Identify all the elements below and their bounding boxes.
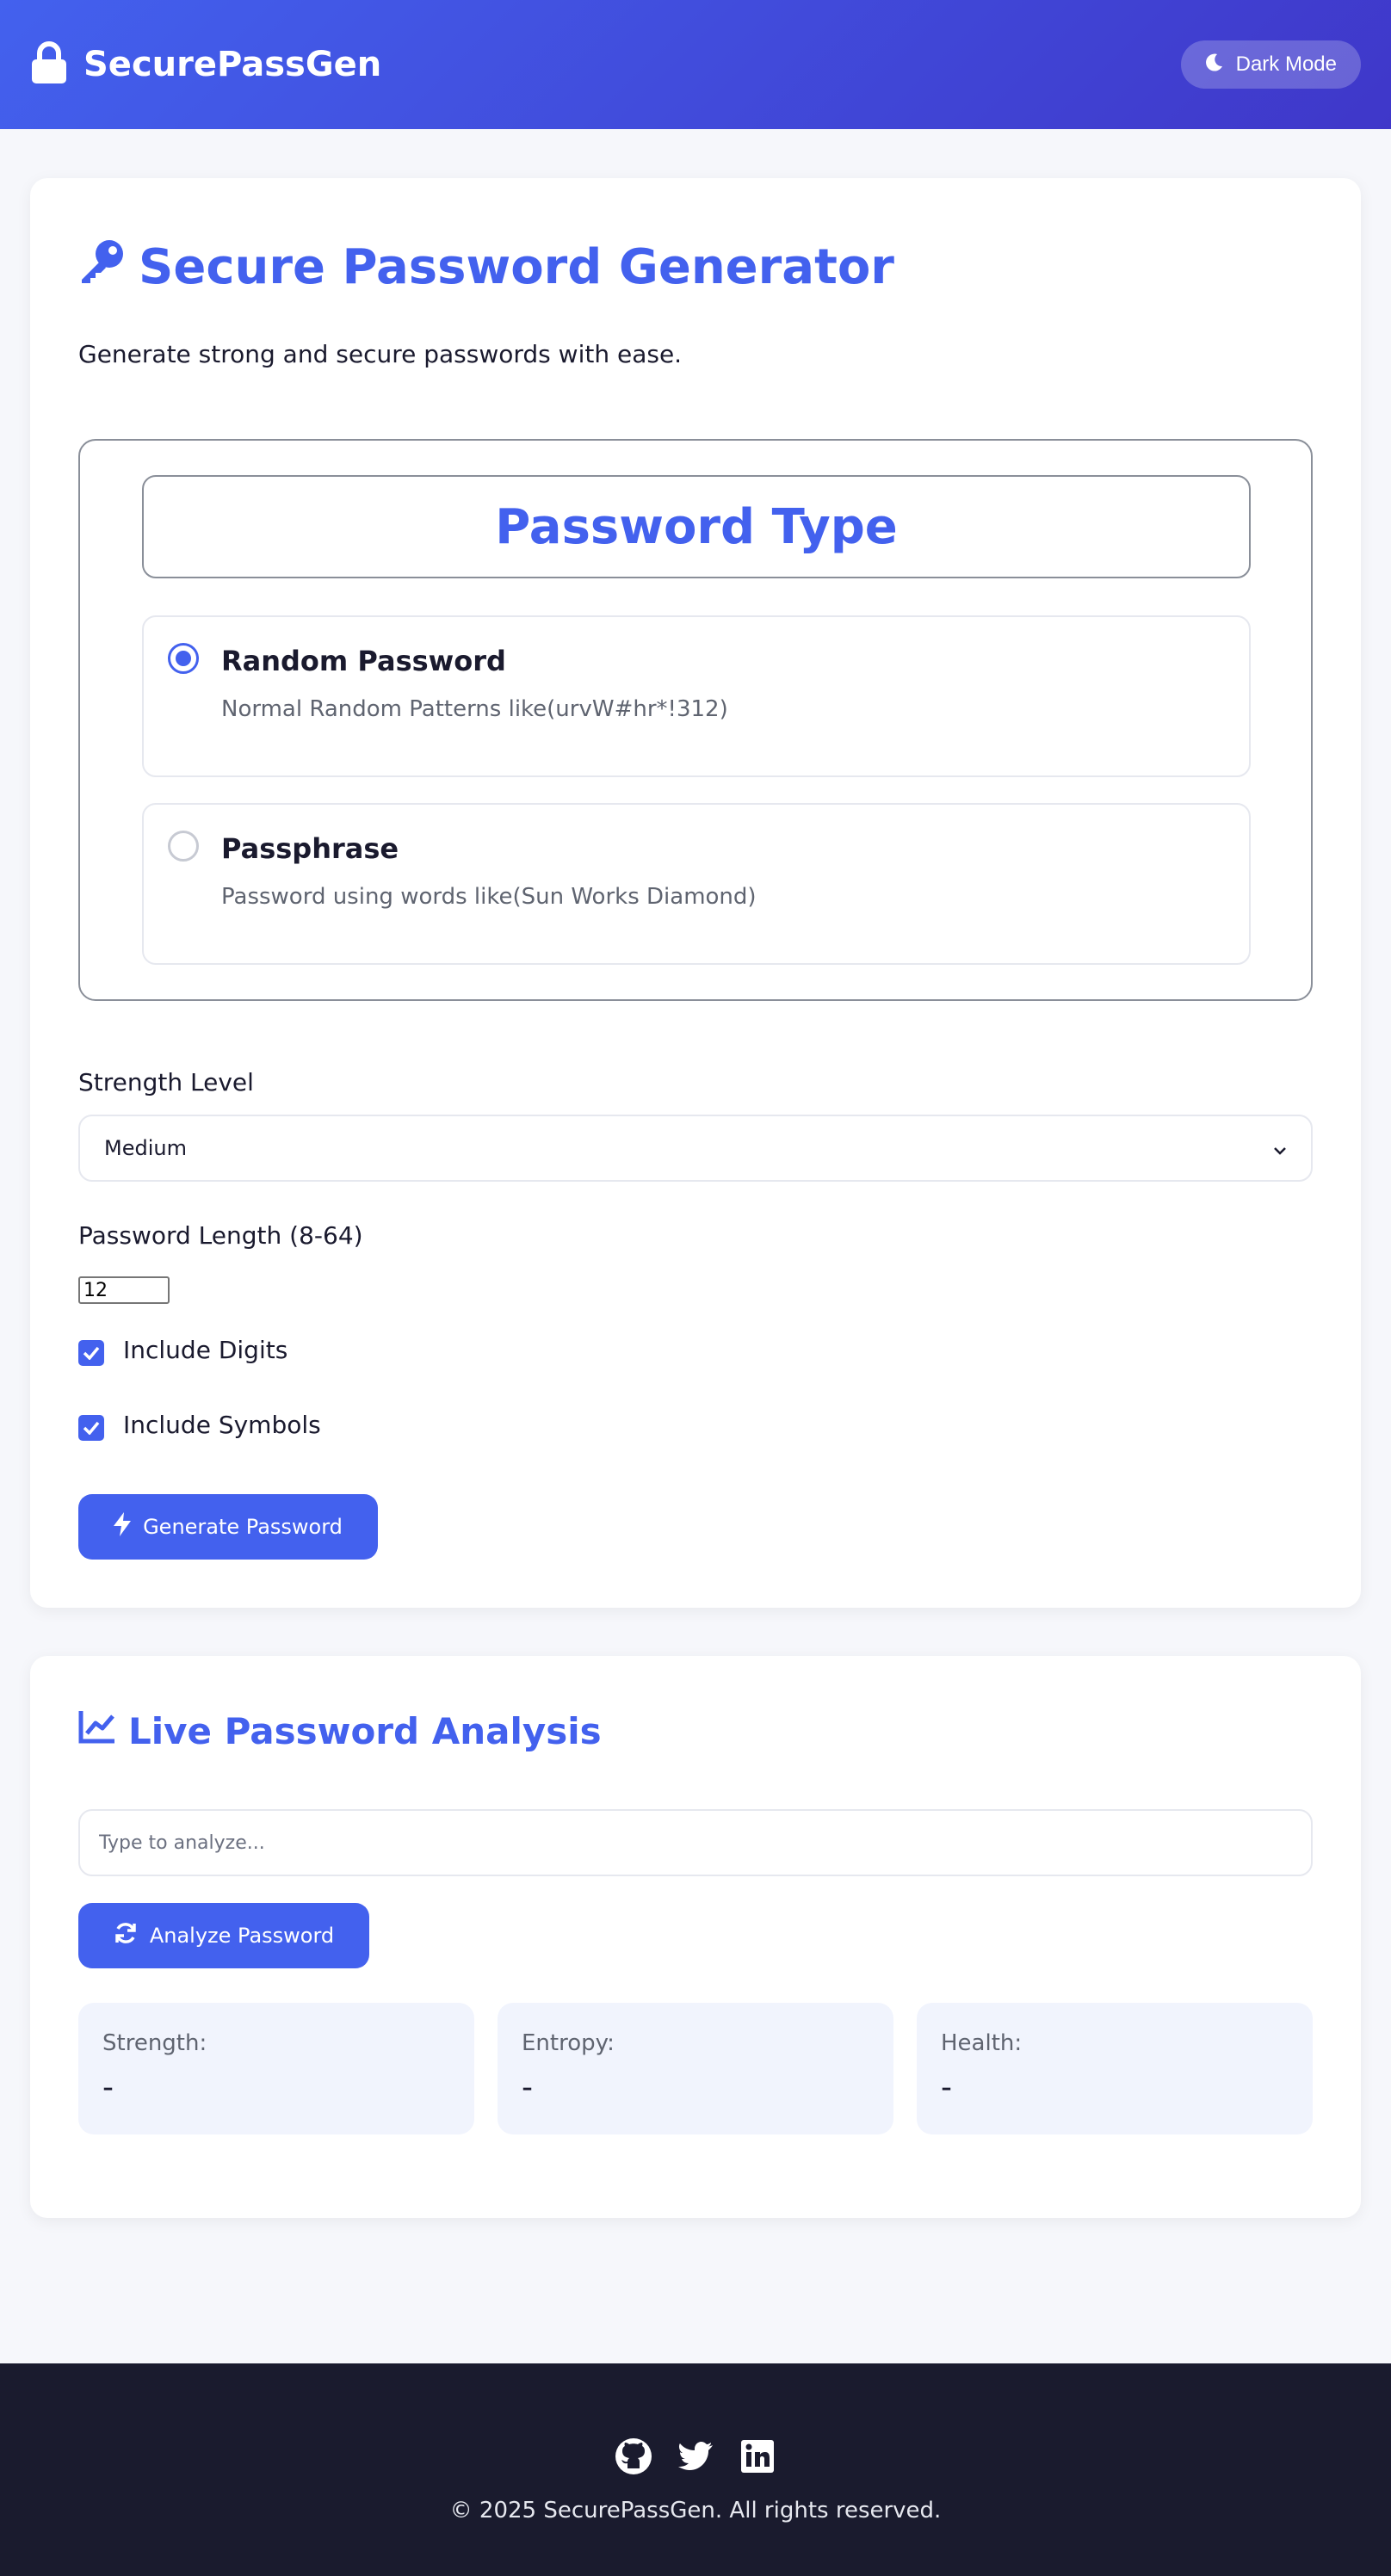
password-type-legend: Password Type: [142, 475, 1251, 578]
option-passphrase[interactable]: Passphrase Password using words like(Sun…: [142, 803, 1251, 965]
strength-level-value: Medium: [104, 1136, 187, 1160]
generate-password-label: Generate Password: [143, 1515, 343, 1539]
password-length-input[interactable]: [78, 1276, 170, 1304]
random-password-title: Random Password: [221, 645, 506, 677]
navbar: SecurePassGen Dark Mode: [0, 0, 1391, 129]
include-digits-checkbox[interactable]: [78, 1340, 104, 1366]
password-type-group: Password Type Random Password Normal Ran…: [78, 439, 1313, 1001]
metric-health: Health: -: [917, 2003, 1313, 2134]
key-icon: [78, 237, 127, 297]
password-length-label: Password Length (8-64): [78, 1221, 363, 1250]
metric-entropy-label: Entropy:: [522, 2030, 615, 2056]
dark-mode-label: Dark Mode: [1235, 53, 1337, 76]
metric-strength-value: -: [102, 2070, 114, 2105]
metric-strength: Strength: -: [78, 2003, 474, 2134]
option-random-password[interactable]: Random Password Normal Random Patterns l…: [142, 615, 1251, 777]
analysis-title-text: Live Password Analysis: [128, 1709, 602, 1752]
strength-level-select[interactable]: Medium: [78, 1115, 1313, 1182]
strength-level-label: Strength Level: [78, 1068, 254, 1096]
include-symbols-checkbox[interactable]: [78, 1415, 104, 1441]
generate-password-button[interactable]: Generate Password: [78, 1494, 378, 1560]
passphrase-radio[interactable]: [168, 831, 199, 862]
include-digits-row[interactable]: Include Digits: [78, 1333, 287, 1366]
linkedin-icon[interactable]: [739, 2437, 776, 2475]
copyright: © 2025 SecurePassGen. All rights reserve…: [449, 2498, 942, 2523]
social-links: [0, 2437, 1391, 2475]
include-symbols-row[interactable]: Include Symbols: [78, 1408, 321, 1441]
generator-title-text: Secure Password Generator: [139, 238, 894, 295]
analysis-card: Live Password Analysis Analyze Password …: [30, 1656, 1361, 2218]
random-password-radio[interactable]: [168, 643, 199, 674]
analyze-input[interactable]: [78, 1809, 1313, 1876]
generator-card: Secure Password Generator Generate stron…: [30, 178, 1361, 1608]
passphrase-description: Password using words like(Sun Works Diam…: [221, 884, 757, 910]
moon-icon: [1205, 53, 1224, 77]
bolt-icon: [114, 1512, 132, 1541]
generator-subtitle: Generate strong and secure passwords wit…: [78, 340, 683, 368]
passphrase-title: Passphrase: [221, 832, 399, 865]
brand-title: SecurePassGen: [83, 45, 382, 84]
sync-icon: [114, 1921, 138, 1950]
chart-line-icon: [78, 1709, 116, 1752]
include-symbols-label: Include Symbols: [123, 1410, 321, 1439]
metric-entropy: Entropy: -: [498, 2003, 893, 2134]
generator-title: Secure Password Generator: [78, 237, 894, 297]
brand[interactable]: SecurePassGen: [30, 41, 381, 88]
dark-mode-toggle[interactable]: Dark Mode: [1180, 40, 1361, 89]
github-icon[interactable]: [615, 2437, 652, 2475]
random-password-description: Normal Random Patterns like(urvW#hr*!312…: [221, 696, 728, 722]
chevron-down-icon: [1273, 1136, 1287, 1160]
metric-entropy-value: -: [522, 2070, 533, 2105]
metric-strength-label: Strength:: [102, 2030, 207, 2056]
twitter-icon[interactable]: [677, 2437, 714, 2475]
include-digits-label: Include Digits: [123, 1335, 288, 1364]
analysis-title: Live Password Analysis: [78, 1709, 602, 1752]
analyze-password-label: Analyze Password: [149, 1924, 335, 1948]
footer: © 2025 SecurePassGen. All rights reserve…: [0, 2363, 1391, 2576]
metric-health-value: -: [941, 2070, 952, 2105]
lock-icon: [30, 41, 68, 88]
metric-health-label: Health:: [941, 2030, 1023, 2056]
analyze-password-button[interactable]: Analyze Password: [78, 1903, 369, 1968]
